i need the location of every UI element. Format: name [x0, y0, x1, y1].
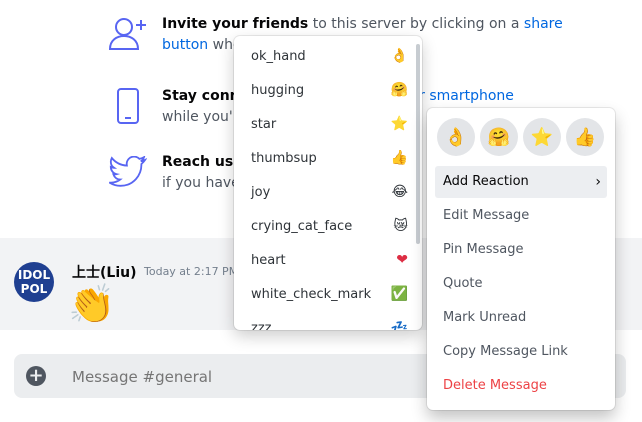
edit-message-menu-item[interactable]: Edit Message — [435, 200, 607, 232]
heart-emoji-icon: ❤ — [396, 252, 408, 268]
twitter-icon — [108, 152, 148, 192]
white-check-mark-emoji-icon: ✅ — [390, 286, 408, 302]
message-timestamp: Today at 2:17 PM — [144, 265, 239, 278]
emoji-item-ok-hand[interactable]: ok_hand 👌 — [234, 41, 422, 75]
attach-plus-icon[interactable]: + — [26, 366, 46, 386]
pin-message-menu-item[interactable]: Pin Message — [435, 234, 607, 266]
ok-hand-emoji-icon: 👌 — [390, 48, 408, 64]
joy-emoji-icon: 😂 — [391, 184, 408, 200]
zzz-emoji-icon: 💤 — [390, 320, 408, 330]
emoji-item-hugging[interactable]: hugging 🤗 — [234, 75, 422, 109]
thumbsup-emoji-icon[interactable]: 👍 — [566, 118, 604, 156]
copy-message-link-menu-item[interactable]: Copy Message Link — [435, 336, 607, 368]
avatar[interactable]: IDOL POL — [14, 262, 54, 302]
emoji-reaction-list: ok_hand 👌 hugging 🤗 star ⭐ thumbsup 👍 joy 😂 c… — [234, 36, 422, 330]
message-author[interactable]: 上士(Liu) — [72, 262, 136, 282]
emoji-item-heart[interactable]: heart ❤ — [234, 245, 422, 279]
welcome-twitter-row: Reach us vi if you have — [108, 152, 250, 194]
message-input[interactable] — [70, 354, 414, 400]
delete-message-menu-item[interactable]: Delete Message — [435, 370, 607, 402]
smartphone-link[interactable]: r smartphone — [419, 88, 514, 104]
quote-menu-item[interactable]: Quote — [435, 268, 607, 300]
mark-unread-menu-item[interactable]: Mark Unread — [435, 302, 607, 334]
crying-cat-face-emoji-icon: 😿 — [393, 218, 408, 234]
star-emoji-icon: ⭐ — [390, 116, 408, 132]
clapping-hands-emoji-icon: 👏 — [68, 282, 116, 326]
emoji-item-zzz[interactable]: zzz 💤 — [234, 313, 422, 330]
share-button-link[interactable]: button — [162, 37, 208, 53]
emoji-item-crying-cat-face[interactable]: crying_cat_face 😿 — [234, 211, 422, 245]
thumbsup-emoji-icon: 👍 — [390, 150, 408, 166]
emoji-item-thumbsup[interactable]: thumbsup 👍 — [234, 143, 422, 177]
share-link[interactable]: share — [524, 16, 563, 32]
hugging-emoji-icon: 🤗 — [390, 82, 408, 98]
smartphone-icon — [108, 86, 148, 126]
emoji-item-white-check-mark[interactable]: white_check_mark ✅ — [234, 279, 422, 313]
hugging-emoji-icon[interactable]: 🤗 — [480, 118, 518, 156]
emoji-item-star[interactable]: star ⭐ — [234, 109, 422, 143]
add-friend-icon — [108, 14, 148, 54]
message-context-menu: 👌 🤗 ⭐ 👍 Add Reaction › Edit Message Pin … — [427, 108, 615, 410]
chevron-right-icon: › — [595, 174, 601, 190]
add-reaction-menu-item[interactable]: Add Reaction › — [435, 166, 607, 198]
ok-hand-emoji-icon[interactable]: 👌 — [437, 118, 475, 156]
star-emoji-icon[interactable]: ⭐ — [523, 118, 561, 156]
emoji-item-joy[interactable]: joy 😂 — [234, 177, 422, 211]
emoji-list-scrollbar[interactable] — [416, 44, 420, 244]
